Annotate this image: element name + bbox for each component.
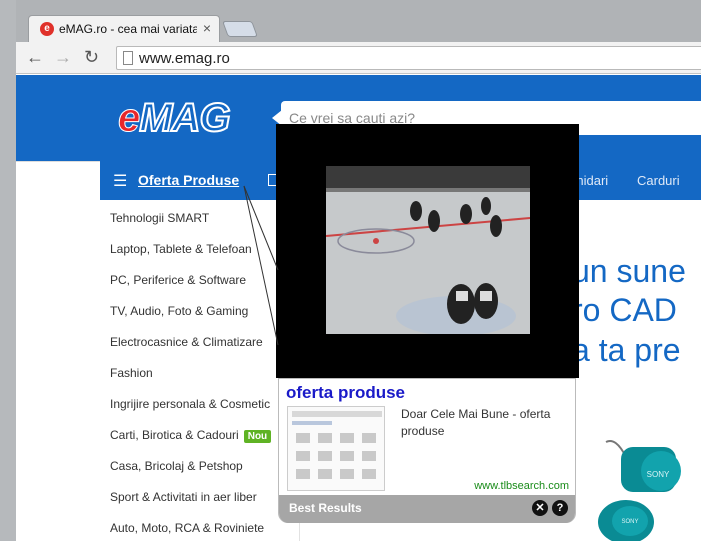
sidebar-item-laptop[interactable]: Laptop, Tablete & Telefoan: [110, 242, 252, 256]
ad-footer-bar: Best Results ✕ ?: [279, 495, 575, 523]
tab-close-icon[interactable]: ×: [203, 20, 211, 36]
back-arrow-icon[interactable]: ←: [26, 47, 44, 67]
forward-arrow-icon[interactable]: →: [54, 47, 72, 67]
sidebar-item-tv[interactable]: TV, Audio, Foto & Gaming: [110, 304, 248, 318]
sidebar-item-ingrijire[interactable]: Ingrijire personala & Cosmetic: [110, 397, 270, 411]
earphones-image[interactable]: SONY SONY: [596, 437, 701, 541]
video-ad-overlay[interactable]: [276, 124, 579, 378]
ad-description: Doar Cele Mai Bune - oferta produse: [401, 407, 551, 438]
sidebar-item-carti-label: Carti, Birotica & Cadouri: [110, 428, 239, 442]
sony-brand-text-2: SONY: [621, 519, 638, 525]
hamburger-menu-icon[interactable]: ☰: [113, 171, 127, 191]
nav-item-carduri[interactable]: Carduri: [637, 173, 680, 188]
hockey-video[interactable]: [326, 166, 530, 334]
promo-line-2[interactable]: ro CAD: [572, 292, 677, 329]
oferta-produse-link[interactable]: Oferta Produse: [138, 172, 239, 188]
category-sidebar: Tehnologii SMART Laptop, Tablete & Telef…: [100, 200, 300, 541]
page-icon: [123, 51, 133, 65]
hockey-video-frame: [326, 166, 530, 334]
sidebar-item-pc[interactable]: PC, Periferice & Software: [110, 273, 246, 287]
ad-thumbnail-image: [288, 407, 384, 490]
sidebar-item-tehnologii[interactable]: Tehnologii SMART: [110, 211, 209, 225]
close-icon[interactable]: ✕: [532, 500, 548, 516]
reload-icon[interactable]: ↻: [84, 47, 99, 67]
tab-title: eMAG.ro - cea mai variata: [59, 22, 197, 36]
promo-line-3[interactable]: a ta pre: [572, 332, 681, 369]
emag-favicon-icon: e: [40, 22, 54, 36]
new-tab-button[interactable]: [222, 21, 258, 37]
emag-logo[interactable]: eMAG: [117, 95, 231, 141]
promo-line-1[interactable]: un sune: [572, 253, 686, 290]
browser-frame-left: [0, 0, 16, 541]
sidebar-item-casa[interactable]: Casa, Bricolaj & Petshop: [110, 459, 243, 473]
url-text[interactable]: www.emag.ro: [139, 50, 230, 67]
search-ad-popup[interactable]: oferta produse Doar Cele Mai Bune - ofer…: [278, 378, 576, 523]
logo-mag: MAG: [138, 95, 231, 141]
sidebar-item-carti[interactable]: Carti, Birotica & Cadouri Nou: [110, 428, 272, 443]
sidebar-item-fashion[interactable]: Fashion: [110, 366, 153, 380]
logo-e: e: [117, 96, 140, 141]
browser-tab-emag[interactable]: e eMAG.ro - cea mai variata ×: [28, 15, 220, 42]
ad-title-link[interactable]: oferta produse: [286, 383, 405, 403]
ad-url-link[interactable]: www.tlbsearch.com: [474, 480, 569, 492]
sidebar-item-sport[interactable]: Sport & Activitati in aer liber: [110, 490, 257, 504]
browser-toolbar: ← → ↻ www.emag.ro: [16, 42, 701, 74]
sony-brand-text: SONY: [647, 470, 670, 479]
address-bar[interactable]: www.emag.ro: [116, 46, 701, 70]
nou-badge: Nou: [243, 430, 272, 443]
nav-left-spacer: [16, 161, 100, 200]
ad-thumbnail[interactable]: [287, 406, 385, 491]
best-results-label: Best Results: [289, 501, 362, 515]
help-icon[interactable]: ?: [552, 500, 568, 516]
sidebar-item-electrocasnice[interactable]: Electrocasnice & Climatizare: [110, 335, 263, 349]
sidebar-item-auto[interactable]: Auto, Moto, RCA & Roviniete: [110, 521, 264, 535]
